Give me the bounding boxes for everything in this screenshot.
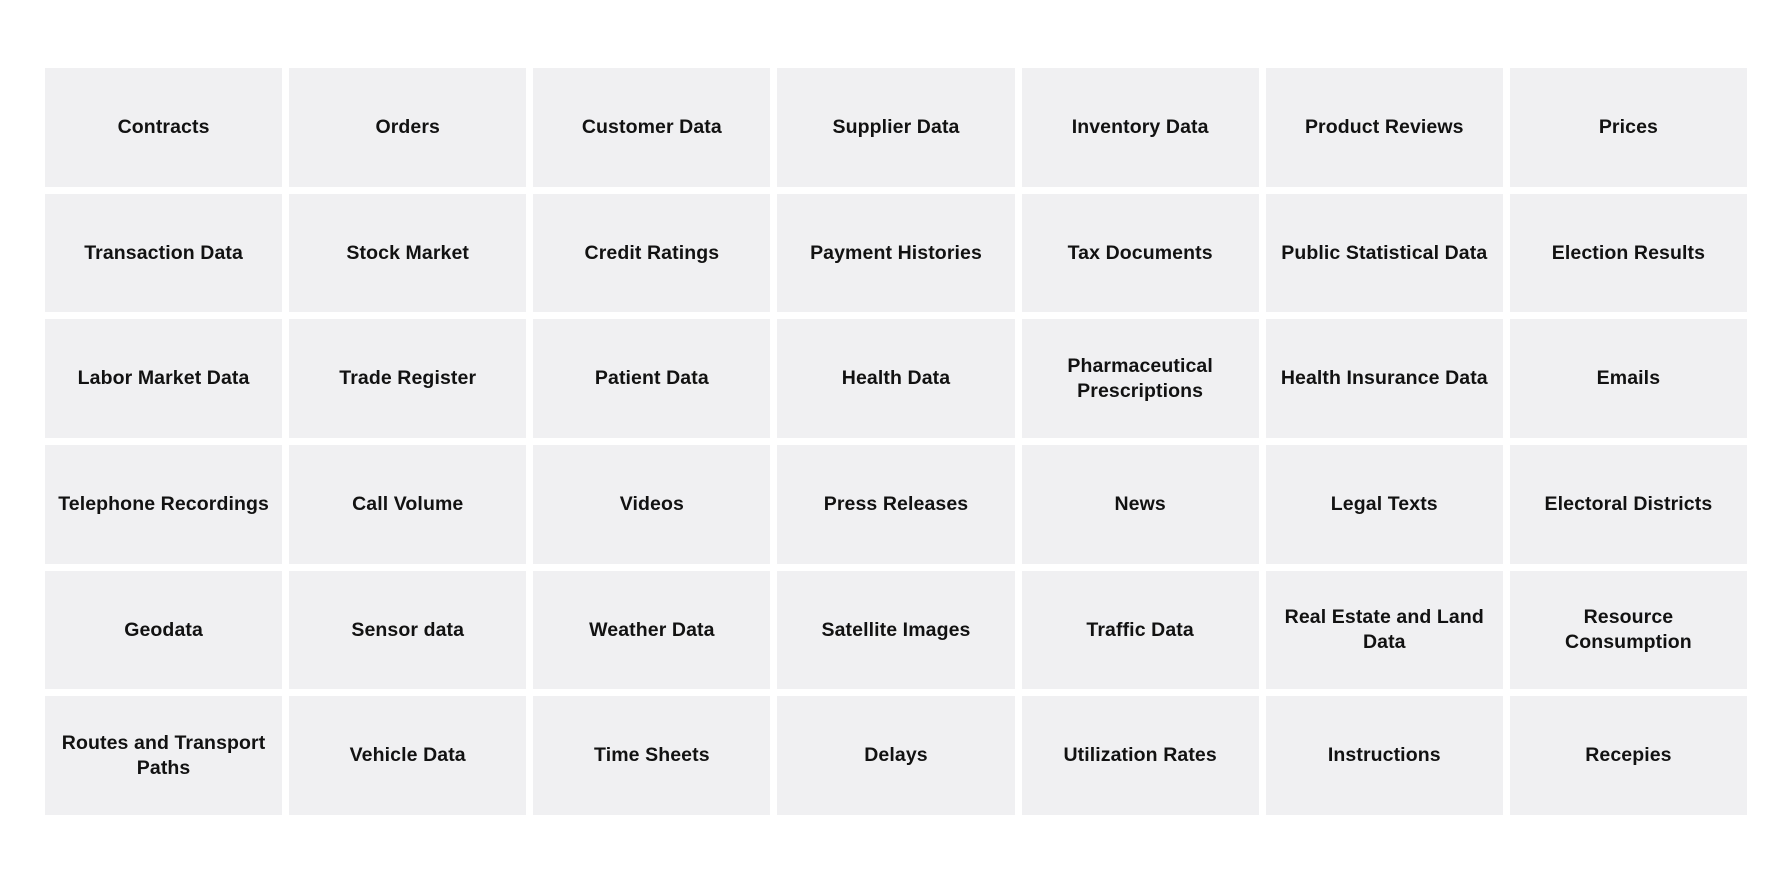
cell-label: Electoral Districts	[1544, 492, 1713, 515]
cell-label: Time Sheets	[594, 744, 710, 767]
cell-label: Routes and Transport Paths	[61, 731, 266, 779]
grid-cell[interactable]: Health Insurance Data	[1265, 319, 1503, 438]
cell-label: News	[1114, 492, 1166, 515]
grid-cell[interactable]: Inventory Data	[1021, 68, 1259, 187]
cell-label: Health Data	[841, 367, 951, 390]
grid-cell[interactable]: Election Results	[1509, 193, 1747, 313]
cell-label: Payment Histories	[810, 241, 982, 264]
cell-label: Instructions	[1327, 744, 1441, 767]
cell-label: Prices	[1598, 115, 1658, 138]
cell-label: Traffic Data	[1086, 618, 1194, 641]
cell-label: Vehicle Data	[349, 744, 466, 767]
grid-cell[interactable]: Delays	[777, 696, 1015, 815]
grid-cell[interactable]: Orders	[289, 68, 527, 187]
grid-cell[interactable]: Instructions	[1265, 696, 1503, 815]
cell-label: Telephone Recordings	[58, 492, 269, 515]
cell-label: Contracts	[117, 115, 210, 138]
data-category-grid: Contracts Orders Customer Data Supplier …	[45, 68, 1747, 815]
grid-cell[interactable]: Stock Market	[289, 193, 527, 313]
grid-cell[interactable]: Prices	[1509, 68, 1747, 187]
grid-cell[interactable]: Tax Documents	[1021, 193, 1259, 313]
grid-cell[interactable]: Resource Consumption	[1509, 570, 1747, 690]
cell-label: Geodata	[124, 618, 203, 641]
cell-label: Recepies	[1585, 744, 1672, 767]
grid-cell[interactable]: Geodata	[45, 570, 283, 690]
cell-label: Transaction Data	[84, 241, 243, 264]
cell-label: Labor Market Data	[77, 367, 250, 390]
cell-label: Resource Consumption	[1565, 606, 1692, 653]
grid-cell[interactable]: Payment Histories	[777, 193, 1015, 313]
cell-label: Public Statistical Data	[1281, 241, 1488, 264]
grid-cell[interactable]: Patient Data	[533, 319, 771, 438]
cell-label: Credit Ratings	[584, 241, 720, 264]
cell-label: Delays	[864, 744, 928, 767]
cell-label: Sensor data	[351, 618, 465, 641]
grid-cell[interactable]: Supplier Data	[777, 68, 1015, 187]
cell-label: Press Releases	[823, 492, 969, 515]
grid-cell[interactable]: Vehicle Data	[289, 696, 527, 815]
cell-label: Emails	[1596, 367, 1661, 390]
grid-cell[interactable]: Telephone Recordings	[45, 444, 283, 564]
grid-cell[interactable]: Labor Market Data	[45, 319, 283, 438]
cell-label: Real Estate and Land Data	[1284, 606, 1484, 653]
grid-cell[interactable]: Product Reviews	[1265, 68, 1503, 187]
grid-cell[interactable]: Legal Texts	[1265, 444, 1503, 564]
grid-cell[interactable]: Sensor data	[289, 570, 527, 690]
grid-cell[interactable]: Public Statistical Data	[1265, 193, 1503, 313]
cell-label: Customer Data	[581, 115, 722, 138]
cell-label: Orders	[375, 115, 440, 138]
cell-label: Utilization Rates	[1063, 744, 1217, 767]
grid-cell[interactable]: Transaction Data	[45, 193, 283, 313]
cell-label: Inventory Data	[1071, 115, 1209, 138]
grid-cell[interactable]: Utilization Rates	[1021, 696, 1259, 815]
grid-cell[interactable]: Pharmaceutical Prescriptions	[1021, 319, 1259, 438]
grid-cell[interactable]: Emails	[1509, 319, 1747, 438]
cell-label: Videos	[619, 492, 684, 515]
cell-label: Product Reviews	[1304, 115, 1464, 138]
grid-cell[interactable]: Traffic Data	[1021, 570, 1259, 690]
cell-label: Supplier Data	[832, 115, 960, 138]
cell-label: Patient Data	[594, 367, 709, 390]
cell-label: Pharmaceutical Prescriptions	[1067, 354, 1213, 402]
grid-cell[interactable]: Customer Data	[533, 68, 771, 187]
grid-cell[interactable]: Recepies	[1509, 696, 1747, 815]
cell-label: Satellite Images	[821, 618, 971, 641]
grid-cell[interactable]: Press Releases	[777, 444, 1015, 564]
grid-cell[interactable]: News	[1021, 444, 1259, 564]
grid-cell[interactable]: Electoral Districts	[1509, 444, 1747, 564]
grid-cell[interactable]: Call Volume	[289, 444, 527, 564]
grid-container: Contracts Orders Customer Data Supplier …	[45, 68, 1747, 815]
cell-label: Tax Documents	[1067, 241, 1213, 264]
cell-label: Election Results	[1551, 241, 1706, 264]
grid-cell[interactable]: Real Estate and Land Data	[1265, 570, 1503, 690]
grid-cell[interactable]: Videos	[533, 444, 771, 564]
cell-label: Legal Texts	[1330, 492, 1438, 515]
grid-cell[interactable]: Routes and Transport Paths	[45, 696, 283, 815]
grid-cell[interactable]: Health Data	[777, 319, 1015, 438]
grid-cell[interactable]: Credit Ratings	[533, 193, 771, 313]
grid-cell[interactable]: Time Sheets	[533, 696, 771, 815]
cell-label: Health Insurance Data	[1280, 367, 1488, 390]
cell-label: Call Volume	[352, 492, 464, 515]
cell-label: Trade Register	[339, 367, 477, 390]
cell-label: Stock Market	[346, 241, 469, 264]
grid-cell[interactable]: Contracts	[45, 68, 283, 187]
grid-cell[interactable]: Weather Data	[533, 570, 771, 690]
cell-label: Weather Data	[589, 618, 715, 641]
grid-cell[interactable]: Trade Register	[289, 319, 527, 438]
grid-cell[interactable]: Satellite Images	[777, 570, 1015, 690]
